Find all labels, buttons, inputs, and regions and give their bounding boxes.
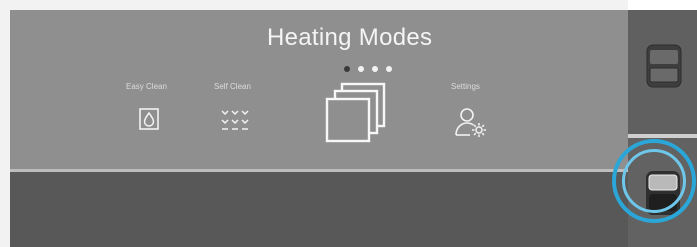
page-dot-1 [344,66,350,72]
mode-stacked-windows[interactable] [320,80,392,146]
mode-self-clean[interactable]: Self Clean [205,78,265,144]
water-drop-icon [139,108,159,130]
user-settings-icon [455,108,486,137]
page-indicator [344,66,394,74]
selection-highlight-inner-ring [622,149,686,213]
page-dot-2 [358,66,364,72]
oven-control-panel: Heating Modes Easy Clean Self Clean Sett… [0,0,628,247]
mode-label-settings: Settings [451,82,480,91]
upper-oven-button[interactable] [628,10,697,134]
mode-label-self-clean: Self Clean [214,82,251,91]
upper-oven-icon [646,44,682,88]
page-dot-4 [386,66,392,72]
stacked-windows-icon [325,82,386,143]
mode-settings[interactable]: Settings [446,78,506,144]
mode-easy-clean[interactable]: Easy Clean [120,78,180,144]
lower-display-area [10,172,628,247]
page-title: Heating Modes [267,24,433,51]
page-dot-3 [372,66,378,72]
mode-label-easy-clean: Easy Clean [126,82,167,91]
heat-waves-icon [221,110,249,130]
